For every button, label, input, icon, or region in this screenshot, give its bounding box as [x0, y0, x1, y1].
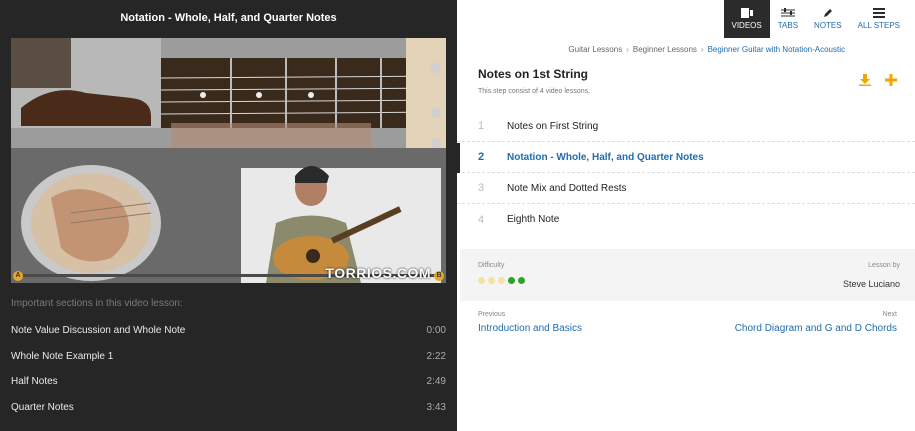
lesson-number: 1 — [478, 120, 485, 132]
previous-link[interactable]: Introduction and Basics — [478, 323, 582, 334]
download-icon[interactable] — [859, 74, 871, 86]
lesson-label: Note Mix and Dotted Rests — [507, 182, 627, 194]
lesson-number: 3 — [478, 182, 485, 194]
tab-all-steps[interactable]: All Steps — [850, 0, 908, 38]
video-player[interactable]: A TORRIOS.COM B — [11, 38, 446, 283]
breadcrumb-item[interactable]: Beginner Lessons — [633, 45, 697, 54]
lesson-item[interactable]: 3 Note Mix and Dotted Rests — [457, 173, 915, 204]
chevron-right-icon: › — [626, 45, 629, 54]
tab-bar: Videos Tabs Notes All Steps — [723, 0, 909, 38]
breadcrumb-item[interactable]: Guitar Lessons — [568, 45, 622, 54]
difficulty-label: Difficulty — [478, 262, 505, 269]
sections-heading: Important sections in this video lesson: — [11, 298, 183, 309]
breadcrumb-current[interactable]: Beginner Guitar with Notation-Acoustic — [708, 45, 845, 54]
section-label: Whole Note Example 1 — [11, 350, 114, 362]
lesson-number: 4 — [478, 213, 485, 226]
next-link[interactable]: Chord Diagram and G and D Chords — [735, 323, 897, 334]
active-lesson-indicator — [457, 143, 460, 173]
difficulty-dot — [508, 277, 515, 284]
step-actions — [859, 74, 897, 86]
watermark: TORRIOS.COM — [325, 265, 431, 281]
lesson-label: Notation - Whole, Half, and Quarter Note… — [507, 151, 704, 163]
video-panel: Notation - Whole, Half, and Quarter Note… — [0, 0, 457, 431]
section-item[interactable]: Half Notes 2:49 — [0, 369, 457, 395]
chevron-right-icon: › — [700, 45, 704, 54]
section-item[interactable]: Note Value Discussion and Whole Note 0:0… — [0, 318, 457, 344]
lesson-info: Difficulty Lesson by Steve Luciano — [460, 249, 915, 301]
section-time: 0:00 — [426, 325, 446, 337]
section-marker-a[interactable]: A — [13, 271, 23, 281]
section-label: Quarter Notes — [11, 401, 74, 413]
video-frame — [11, 38, 446, 283]
lesson-label: Notes on First String — [507, 120, 599, 132]
section-item[interactable]: Whole Note Example 1 2:22 — [0, 344, 457, 370]
teacher-label: Lesson by — [868, 262, 900, 269]
lesson-label: Eighth Note — [507, 214, 560, 225]
tab-label: Tabs — [777, 21, 799, 30]
breadcrumb: Guitar Lessons › Beginner Lessons › Beginner… — [457, 45, 845, 54]
lesson-item[interactable]: 1 Notes on First String — [457, 111, 915, 142]
next-label: Next — [882, 311, 897, 318]
lesson-item-active[interactable]: 2 Notation - Whole, Half, and Quarter No… — [457, 142, 915, 173]
video-title: Notation - Whole, Half, and Quarter Note… — [120, 12, 337, 24]
section-marker-b[interactable]: B — [434, 271, 444, 281]
sections-list: Note Value Discussion and Whole Note 0:0… — [0, 318, 457, 420]
difficulty-rating — [478, 277, 525, 284]
section-time: 3:43 — [426, 401, 446, 413]
tabs-icon — [780, 8, 795, 17]
difficulty-dot — [498, 277, 505, 284]
step-title: Notes on 1st String — [478, 67, 589, 81]
tab-label: Videos — [731, 21, 762, 30]
step-subtitle: This step consist of 4 video lessons. — [478, 88, 591, 95]
lesson-number: 2 — [478, 151, 485, 163]
tab-notes[interactable]: Notes — [806, 0, 850, 38]
section-label: Note Value Discussion and Whole Note — [11, 325, 186, 337]
section-time: 2:22 — [426, 350, 446, 362]
pencil-icon — [823, 9, 832, 17]
video-icon — [740, 8, 753, 18]
list-icon — [872, 8, 885, 18]
section-item[interactable]: Quarter Notes 3:43 — [0, 395, 457, 421]
difficulty-dot — [478, 277, 485, 284]
lesson-list: 1 Notes on First String 2 Notation - Who… — [457, 111, 915, 235]
tab-label: Notes — [814, 21, 842, 30]
section-time: 2:49 — [426, 376, 446, 388]
lesson-panel: Videos Tabs Notes All Steps — [457, 0, 915, 431]
teacher-name[interactable]: Steve Luciano — [843, 279, 900, 289]
section-label: Half Notes — [11, 376, 58, 388]
tab-tabs[interactable]: Tabs — [770, 0, 806, 38]
difficulty-dot — [488, 277, 495, 284]
previous-label: Previous — [478, 311, 506, 318]
difficulty-dot — [518, 277, 525, 284]
lesson-item[interactable]: 4 Eighth Note — [457, 204, 915, 235]
add-icon[interactable] — [885, 74, 897, 86]
tab-label: All Steps — [857, 21, 900, 30]
tab-videos[interactable]: Videos — [723, 0, 770, 38]
